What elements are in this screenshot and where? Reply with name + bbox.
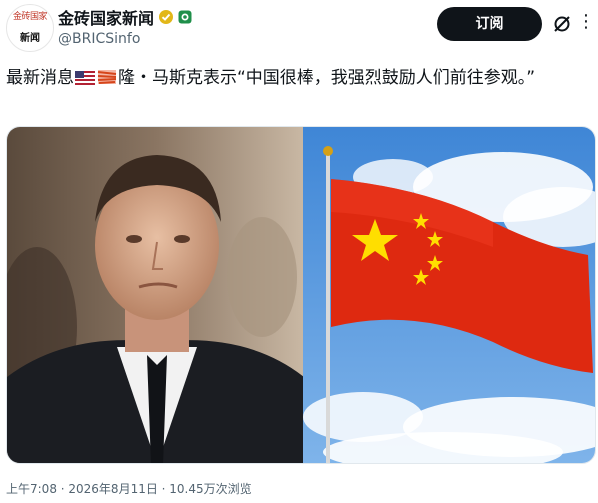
account-handle[interactable]: @BRICSinfo [58, 31, 140, 47]
grok-icon[interactable] [552, 14, 572, 34]
china-flag-photo[interactable] [303, 127, 595, 463]
post-text-part2: 隆・马斯克表示“中国很棒，我强烈鼓励人们前往参观。” [118, 68, 536, 88]
avatar-text-top: 金砖国家 [12, 11, 48, 22]
account-avatar[interactable]: 金砖国家 新闻 [6, 4, 54, 52]
affiliate-badge-icon [178, 10, 192, 24]
verified-badge-icon [159, 10, 174, 24]
display-name[interactable]: 金砖国家新闻 [58, 5, 154, 29]
post-meta[interactable]: 上午7:08 · 2026年8月11日 · 10.45万次浏览 [6, 480, 252, 497]
subscribe-button[interactable]: 订阅 [437, 7, 542, 41]
post-text: 最新消息 隆・马斯克表示“中国很棒，我强烈鼓励人们前往参观。” [6, 64, 592, 92]
scribbled-out-icon [97, 70, 117, 84]
media-grid[interactable] [6, 126, 596, 464]
portrait-photo[interactable] [7, 127, 303, 463]
name-row: 金砖国家新闻 [58, 6, 192, 28]
more-options-icon[interactable]: ⋮ [576, 12, 596, 36]
flag-image [303, 127, 595, 463]
portrait-image [7, 127, 303, 463]
post-text-part1: 最新消息 [6, 68, 74, 88]
us-flag-icon [75, 71, 95, 85]
avatar-text-bottom: 新闻 [20, 32, 40, 44]
